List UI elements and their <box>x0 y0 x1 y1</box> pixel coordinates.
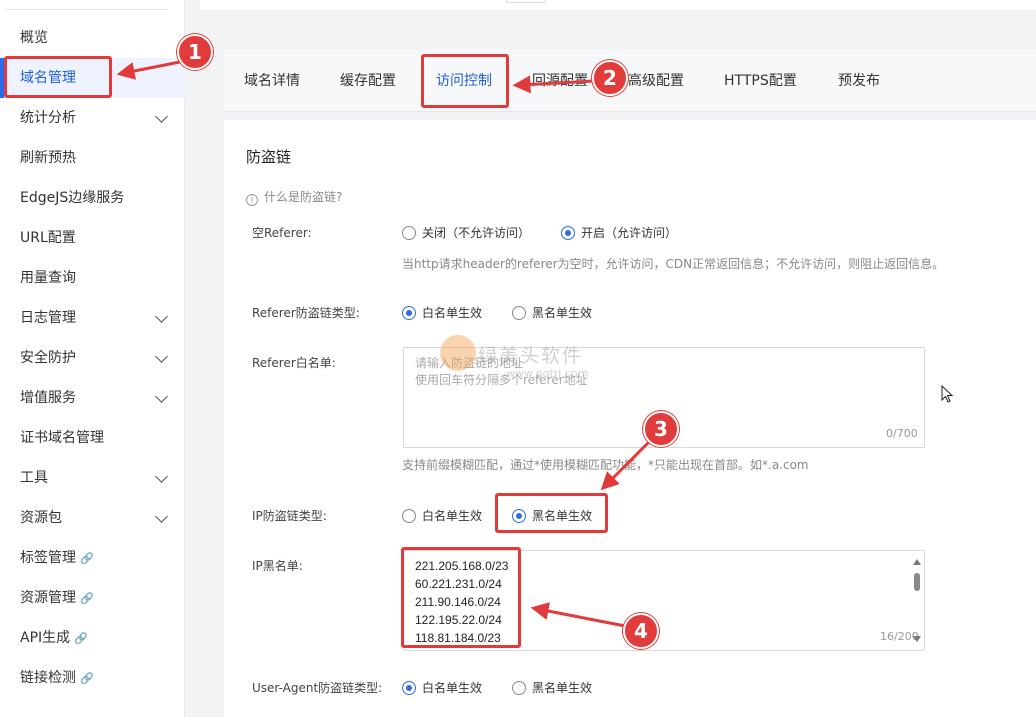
step-badge-3: 3 <box>643 411 679 447</box>
arrow-1 <box>116 60 181 80</box>
step-badge-4: 4 <box>623 613 659 649</box>
step-badge-1: 1 <box>177 34 213 70</box>
annotation-arrows <box>116 60 653 628</box>
step-badge-2: 2 <box>592 60 628 96</box>
arrow-3 <box>600 438 653 491</box>
arrow-4 <box>530 602 626 628</box>
arrow-2 <box>512 75 595 94</box>
